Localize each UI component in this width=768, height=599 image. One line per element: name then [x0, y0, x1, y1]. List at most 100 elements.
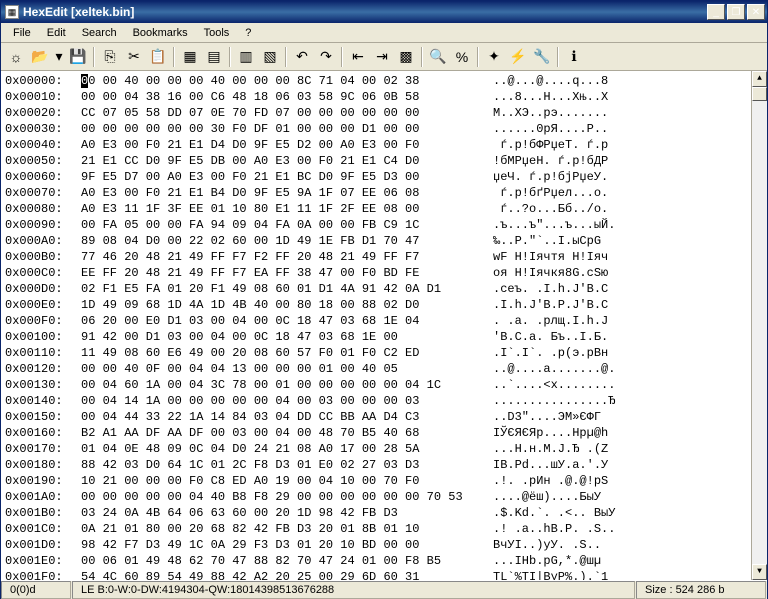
hex-row[interactable]: 0x000F0:06 20 00 E0 D1 03 00 04 00 0C 18… [5, 313, 747, 329]
hex-bytes[interactable]: 00 00 04 38 16 00 C6 48 18 06 03 58 9C 0… [81, 89, 481, 105]
ascii[interactable]: TL`%TI|ВуР%.).`1 [481, 569, 608, 580]
import-icon[interactable]: ⇤ [347, 46, 369, 68]
minimize-button[interactable]: _ [707, 4, 725, 20]
hex-bytes[interactable]: B2 A1 AA DF AA DF 00 03 00 04 00 48 70 B… [81, 425, 481, 441]
hex-row[interactable]: 0x00130:00 04 60 1A 00 04 3C 78 00 01 00… [5, 377, 747, 393]
hex-row[interactable]: 0x00040:A0 E3 00 F0 21 E1 D4 D0 9F E5 D2… [5, 137, 747, 153]
ascii[interactable]: џеЧ. ѓ.р!бјРџеУ. [481, 169, 608, 185]
paste-icon[interactable]: 📋 [147, 46, 169, 68]
ascii[interactable]: .$.Kd.`. .<.. ВыУ [481, 505, 615, 521]
copy-icon[interactable]: ⎘ [99, 46, 121, 68]
ascii[interactable]: .ъ...ъ"...ъ...ыЙ. [481, 217, 615, 233]
hex-bytes[interactable]: 00 06 01 49 48 62 70 47 88 82 70 47 24 0… [81, 553, 481, 569]
ascii[interactable]: ‰..Р."`..I.ыСpG [481, 233, 601, 249]
ascii[interactable]: .I`.I`. .р(э.рВн [481, 345, 608, 361]
new-icon[interactable]: ☼ [5, 46, 27, 68]
ascii[interactable]: .сеъ. .I.h.J'В.С [481, 281, 608, 297]
menu-bookmarks[interactable]: Bookmarks [125, 25, 196, 41]
ascii[interactable]: ...8...Н...Хњ..Х [481, 89, 608, 105]
ascii[interactable]: . .а. .рлщ.I.h.J [481, 313, 608, 329]
hex-bytes[interactable]: 0A 21 01 80 00 20 68 82 42 FB D3 20 01 8… [81, 521, 481, 537]
ascii[interactable]: М..ХЭ..pэ....... [481, 105, 608, 121]
ascii[interactable]: ................Ђ [481, 393, 615, 409]
hex-bytes[interactable]: 21 E1 CC D0 9F E5 DB 00 A0 E3 00 F0 21 E… [81, 153, 481, 169]
hex-row[interactable]: 0x000C0:EE FF 20 48 21 49 FF F7 EA FF 38… [5, 265, 747, 281]
ascii[interactable]: ....@ёш)....БыУ [481, 489, 601, 505]
hex-editor[interactable]: 0x00000:00 00 40 00 00 00 40 00 00 00 8C… [1, 71, 767, 580]
bolt-icon[interactable]: ⚡ [507, 46, 529, 68]
hex-bytes[interactable]: 10 21 00 00 00 F0 C8 ED A0 19 00 04 10 0… [81, 473, 481, 489]
ascii[interactable]: !бMPџеН. ѓ.р!бДР [481, 153, 608, 169]
scroll-down-icon[interactable]: ▼ [752, 564, 767, 580]
grid3-icon[interactable]: ▩ [395, 46, 417, 68]
restore-button[interactable]: ❐ [727, 4, 745, 20]
hex-row[interactable]: 0x00170:01 04 0E 48 09 0C 04 D0 24 21 08… [5, 441, 747, 457]
hex-row[interactable]: 0x00060:9F E5 D7 00 A0 E3 00 F0 21 E1 BC… [5, 169, 747, 185]
hex-bytes[interactable]: 00 00 00 00 00 04 40 B8 F8 29 00 00 00 0… [81, 489, 481, 505]
open-icon[interactable]: 📂 [29, 46, 51, 68]
hex-row[interactable]: 0x00100:91 42 00 D1 03 00 04 00 0C 18 47… [5, 329, 747, 345]
scroll-track[interactable] [752, 87, 767, 564]
hex-row[interactable]: 0x001E0:00 06 01 49 48 62 70 47 88 82 70… [5, 553, 747, 569]
hex-row[interactable]: 0x000D0:02 F1 E5 FA 01 20 F1 49 08 60 01… [5, 281, 747, 297]
hex-bytes[interactable]: A0 E3 11 1F 3F EE 01 10 80 E1 11 1F 2F E… [81, 201, 481, 217]
hex-bytes[interactable]: A0 E3 00 F0 21 E1 B4 D0 9F E5 9A 1F 07 E… [81, 185, 481, 201]
hex-row[interactable]: 0x00160:B2 A1 AA DF AA DF 00 03 00 04 00… [5, 425, 747, 441]
hex-bytes[interactable]: 77 46 20 48 21 49 FF F7 F2 FF 20 48 21 4… [81, 249, 481, 265]
hex-bytes[interactable]: 54 4C 60 89 54 49 88 42 A2 20 25 00 29 6… [81, 569, 481, 580]
ascii[interactable]: ..D3"....ЭМ»ЄФГ [481, 409, 601, 425]
ascii[interactable]: ......0рЯ....Р.. [481, 121, 608, 137]
hex-row[interactable]: 0x00150:00 04 44 33 22 1A 14 84 03 04 DD… [5, 409, 747, 425]
wand-icon[interactable]: ✦ [483, 46, 505, 68]
ascii[interactable]: .!. .рИн .@.@!pS [481, 473, 608, 489]
menu-file[interactable]: File [5, 25, 39, 41]
hex-bytes[interactable]: 11 49 08 60 E6 49 00 20 08 60 57 F0 01 F… [81, 345, 481, 361]
ascii[interactable]: IЎЄЯЄЯр....Нрµ@h [481, 425, 608, 441]
hex-bytes[interactable]: 00 04 44 33 22 1A 14 84 03 04 DD CC BB A… [81, 409, 481, 425]
menu-tools[interactable]: Tools [196, 25, 238, 41]
menu-help[interactable]: ? [237, 25, 259, 41]
undo-icon[interactable]: ↶ [291, 46, 313, 68]
hex-bytes[interactable]: 03 24 0A 4B 64 06 63 60 00 20 1D 98 42 F… [81, 505, 481, 521]
cursor[interactable]: 0 [81, 74, 88, 88]
scroll-thumb[interactable] [752, 87, 767, 101]
hex-bytes[interactable]: 06 20 00 E0 D1 03 00 04 00 0C 18 47 03 6… [81, 313, 481, 329]
hex-row[interactable]: 0x00020:CC 07 05 58 DD 07 0E 70 FD 07 00… [5, 105, 747, 121]
hex-row[interactable]: 0x00030:00 00 00 00 00 00 30 F0 DF 01 00… [5, 121, 747, 137]
close-button[interactable]: ✕ [747, 4, 765, 20]
hex-bytes[interactable]: A0 E3 00 F0 21 E1 D4 D0 9F E5 D2 00 A0 E… [81, 137, 481, 153]
ascii[interactable]: wF H!Iячтя H!Iяч [481, 249, 608, 265]
block2-icon[interactable]: ▤ [203, 46, 225, 68]
ascii[interactable]: IВ.Рd...шУ.а.'.У [481, 457, 608, 473]
hex-row[interactable]: 0x000A0:89 08 04 D0 00 22 02 60 00 1D 49… [5, 233, 747, 249]
hex-row[interactable]: 0x00090:00 FA 05 00 00 FA 94 09 04 FA 0A… [5, 217, 747, 233]
ascii[interactable]: ВчУI..)уУ. .Ѕ.. [481, 537, 601, 553]
ascii[interactable]: ѓ.р!бФРџеТ. ѓ.р [481, 137, 608, 153]
hex-bytes[interactable]: 00 00 00 00 00 00 30 F0 DF 01 00 00 00 D… [81, 121, 481, 137]
hex-row[interactable]: 0x001A0:00 00 00 00 00 04 40 B8 F8 29 00… [5, 489, 747, 505]
redo-icon[interactable]: ↷ [315, 46, 337, 68]
ascii[interactable]: ѓ..?о...Бб../о. [481, 201, 608, 217]
hex-bytes[interactable]: CC 07 05 58 DD 07 0E 70 FD 07 00 00 00 0… [81, 105, 481, 121]
hex-bytes[interactable]: 1D 49 09 68 1D 4A 1D 4B 40 00 80 18 00 8… [81, 297, 481, 313]
menu-edit[interactable]: Edit [39, 25, 74, 41]
percent-icon[interactable]: % [451, 46, 473, 68]
hex-row[interactable]: 0x00070:A0 E3 00 F0 21 E1 B4 D0 9F E5 9A… [5, 185, 747, 201]
hex-row[interactable]: 0x00120:00 00 40 0F 00 04 04 13 00 00 00… [5, 361, 747, 377]
ascii[interactable]: оя H!Iячкя8G.сЅю [481, 265, 608, 281]
hex-row[interactable]: 0x00080:A0 E3 11 1F 3F EE 01 10 80 E1 11… [5, 201, 747, 217]
hex-bytes[interactable]: 00 04 14 1A 00 00 00 00 00 04 00 03 00 0… [81, 393, 481, 409]
ascii[interactable]: ѓ.р!бґРџел...о. [481, 185, 608, 201]
hex-row[interactable]: 0x001C0:0A 21 01 80 00 20 68 82 42 FB D3… [5, 521, 747, 537]
hex-row[interactable]: 0x00140:00 04 14 1A 00 00 00 00 00 04 00… [5, 393, 747, 409]
ascii[interactable]: ..@...@....q...8 [481, 73, 608, 89]
ascii[interactable]: ..`....<x........ [481, 377, 615, 393]
export-icon[interactable]: ⇥ [371, 46, 393, 68]
open-dropdown-icon[interactable]: ▾ [53, 46, 65, 68]
vertical-scrollbar[interactable]: ▲ ▼ [751, 71, 767, 580]
hex-row[interactable]: 0x00000:00 00 40 00 00 00 40 00 00 00 8C… [5, 73, 747, 89]
info-icon[interactable]: ℹ [563, 46, 585, 68]
grid2-icon[interactable]: ▧ [259, 46, 281, 68]
ascii[interactable]: ...IHb.рG,*.@шµ [481, 553, 601, 569]
hex-bytes[interactable]: 00 04 60 1A 00 04 3C 78 00 01 00 00 00 0… [81, 377, 481, 393]
